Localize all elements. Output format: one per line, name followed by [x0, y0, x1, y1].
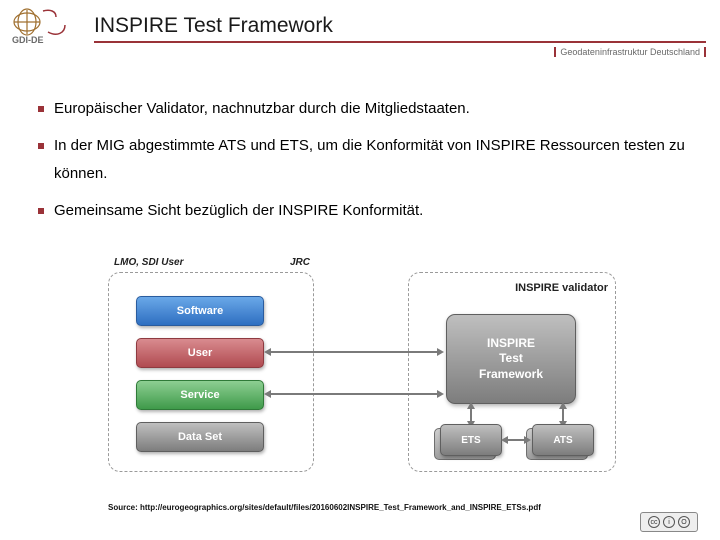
arrow-user-to-framework	[271, 351, 437, 353]
bullet-list: Europäischer Validator, nachnutzbar durc…	[38, 95, 696, 233]
title-underline	[94, 41, 706, 43]
architecture-diagram: LMO, SDI User JRC INSPIRE validator Soft…	[108, 260, 618, 485]
gdi-logo: GDI-DE	[10, 8, 80, 44]
service-pill: Service	[136, 380, 264, 410]
ats-box: ATS	[532, 424, 594, 456]
bullet-item: Europäischer Validator, nachnutzbar durc…	[38, 95, 696, 124]
bullet-item: In der MIG abgestimmte ATS und ETS, um d…	[38, 132, 696, 189]
page-title: INSPIRE Test Framework	[94, 14, 706, 38]
title-bar: INSPIRE Test Framework	[94, 14, 706, 43]
dataset-pill: Data Set	[136, 422, 264, 452]
arrow-ets-to-ats	[508, 439, 524, 441]
cc-icon: cc	[648, 516, 660, 528]
software-pill: Software	[136, 296, 264, 326]
arrow-framework-to-ats	[562, 409, 564, 421]
source-citation: Source: http://eurogeographics.org/sites…	[108, 503, 541, 512]
by-icon: i	[663, 516, 675, 528]
arrow-service-to-framework	[271, 393, 437, 395]
user-pill: User	[136, 338, 264, 368]
nd-icon: O	[678, 516, 690, 528]
bullet-item: Gemeinsame Sicht bezüglich der INSPIRE K…	[38, 197, 696, 226]
arrow-framework-to-ets	[470, 409, 472, 421]
ets-box: ETS	[440, 424, 502, 456]
right-group-label: JRC	[110, 257, 310, 268]
framework-box: INSPIRE Test Framework	[446, 314, 576, 404]
tagline: Geodateninfrastruktur Deutschland	[554, 47, 706, 57]
svg-text:GDI-DE: GDI-DE	[12, 35, 44, 44]
cc-license-badge: cc i O	[640, 512, 698, 532]
validator-label: INSPIRE validator	[428, 282, 608, 294]
